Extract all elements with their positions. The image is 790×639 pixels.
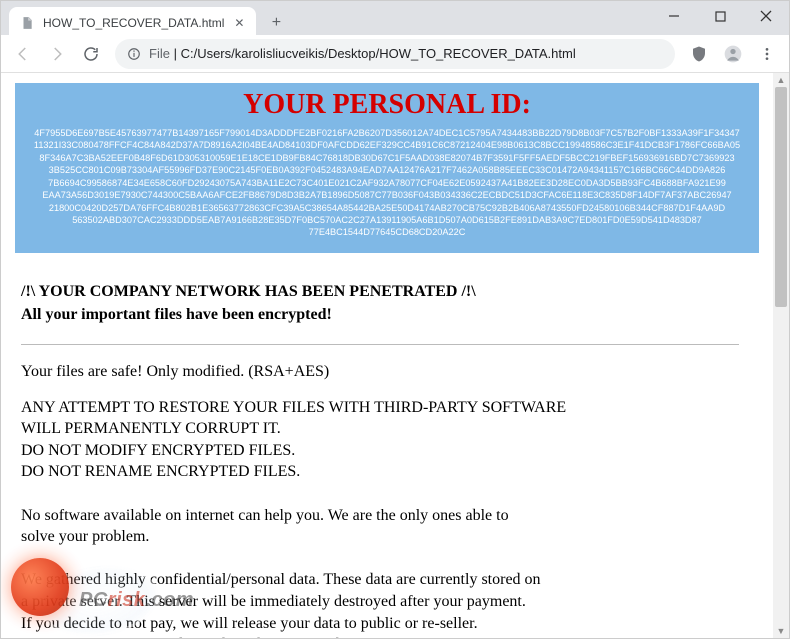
browser-tab[interactable]: HOW_TO_RECOVER_DATA.html ✕	[9, 7, 256, 39]
close-tab-icon[interactable]: ✕	[232, 16, 246, 30]
url-text: File | C:/Users/karolisliucveikis/Deskto…	[149, 46, 663, 61]
nosw-line: solve your problem.	[21, 526, 739, 548]
url-path: C:/Users/karolisliucveikis/Desktop/HOW_T…	[181, 46, 576, 61]
scroll-down-arrow[interactable]: ▼	[773, 624, 789, 638]
divider	[21, 344, 739, 345]
personal-id-panel: YOUR PERSONAL ID: 4F7955D6E697B5E4576397…	[15, 83, 759, 253]
id-line: EAA73A56D3019E7930C744300C5BAA6AFCE2FB86…	[42, 190, 731, 200]
scroll-up-arrow[interactable]: ▲	[773, 73, 789, 87]
warn-line: DO NOT MODIFY ENCRYPTED FILES.	[21, 440, 739, 462]
profile-icon[interactable]	[717, 38, 749, 70]
id-line: 4F7955D6E697B5E45763977477B14397165F7990…	[34, 128, 739, 138]
menu-icon[interactable]	[751, 38, 783, 70]
personal-id-heading: YOUR PERSONAL ID:	[25, 89, 749, 121]
browser-window: HOW_TO_RECOVER_DATA.html ✕ + File | C:/U…	[0, 0, 790, 639]
id-line: 3B525CC801C09B73304AF55996FD37E90C2145F0…	[49, 165, 726, 175]
vertical-scrollbar[interactable]: ▲ ▼	[773, 73, 789, 638]
maximize-button[interactable]	[697, 1, 743, 31]
personal-id-value: 4F7955D6E697B5E45763977477B14397165F7990…	[25, 127, 749, 239]
content-area: YOUR PERSONAL ID: 4F7955D6E697B5E4576397…	[1, 73, 789, 638]
new-tab-button[interactable]: +	[262, 9, 290, 37]
ransom-body: /!\ YOUR COMPANY NETWORK HAS BEEN PENETR…	[15, 253, 759, 638]
nosw-line: No software available on internet can he…	[21, 505, 739, 527]
gath-line: a private server. This server will be im…	[21, 591, 739, 613]
gathered-block: We gathered highly confidential/personal…	[21, 569, 739, 638]
window-controls	[651, 1, 789, 31]
id-line: 11321I33C080478FFCF4C84A842D37A7D8916A2I…	[34, 140, 740, 150]
id-line: 21800C0420D257DA76FFC4B802B1E36563772863…	[49, 203, 725, 213]
address-bar[interactable]: File | C:/Users/karolisliucveikis/Deskto…	[115, 39, 675, 69]
warning-block: ANY ATTEMPT TO RESTORE YOUR FILES WITH T…	[21, 397, 739, 483]
file-icon	[19, 15, 35, 31]
id-line: 77E4BC1544D77645CD68CD20A22C	[309, 227, 466, 237]
warn-line: WILL PERMANENTLY CORRUPT IT.	[21, 418, 739, 440]
forward-button[interactable]	[41, 38, 73, 70]
scrollbar-thumb[interactable]	[775, 87, 787, 307]
id-line: 563502ABD307CAC2933DDD5EAB7A9166B28E35D7…	[72, 215, 702, 225]
nosoftware-block: No software available on internet can he…	[21, 505, 739, 548]
titlebar: HOW_TO_RECOVER_DATA.html ✕ +	[1, 1, 789, 35]
gath-line: We gathered highly confidential/personal…	[21, 569, 739, 591]
close-window-button[interactable]	[743, 1, 789, 31]
subheadline: All your important files have been encry…	[21, 304, 739, 326]
id-line: 8F346A7C3BA52EEF0B48F6D61D305310059E1E18…	[39, 153, 734, 163]
tab-title: HOW_TO_RECOVER_DATA.html	[43, 16, 224, 30]
minimize-button[interactable]	[651, 1, 697, 31]
safe-line: Your files are safe! Only modified. (RSA…	[21, 361, 739, 383]
warn-line: DO NOT RENAME ENCRYPTED FILES.	[21, 461, 739, 483]
gath-line: So you can expect your data to be public…	[21, 634, 739, 638]
toolbar: File | C:/Users/karolisliucveikis/Deskto…	[1, 35, 789, 73]
site-info-icon[interactable]	[127, 47, 141, 61]
warn-line: ANY ATTEMPT TO RESTORE YOUR FILES WITH T…	[21, 397, 739, 419]
back-button[interactable]	[7, 38, 39, 70]
page-viewport: YOUR PERSONAL ID: 4F7955D6E697B5E4576397…	[1, 73, 773, 638]
extension-shield-icon[interactable]	[683, 38, 715, 70]
reload-button[interactable]	[75, 38, 107, 70]
url-proto: File	[149, 46, 170, 61]
gath-line: If you decide to not pay, we will releas…	[21, 613, 739, 635]
id-line: 7B6694C99586874E34E658C60FD29243075A743B…	[48, 178, 726, 188]
headline: /!\ YOUR COMPANY NETWORK HAS BEEN PENETR…	[21, 281, 739, 303]
